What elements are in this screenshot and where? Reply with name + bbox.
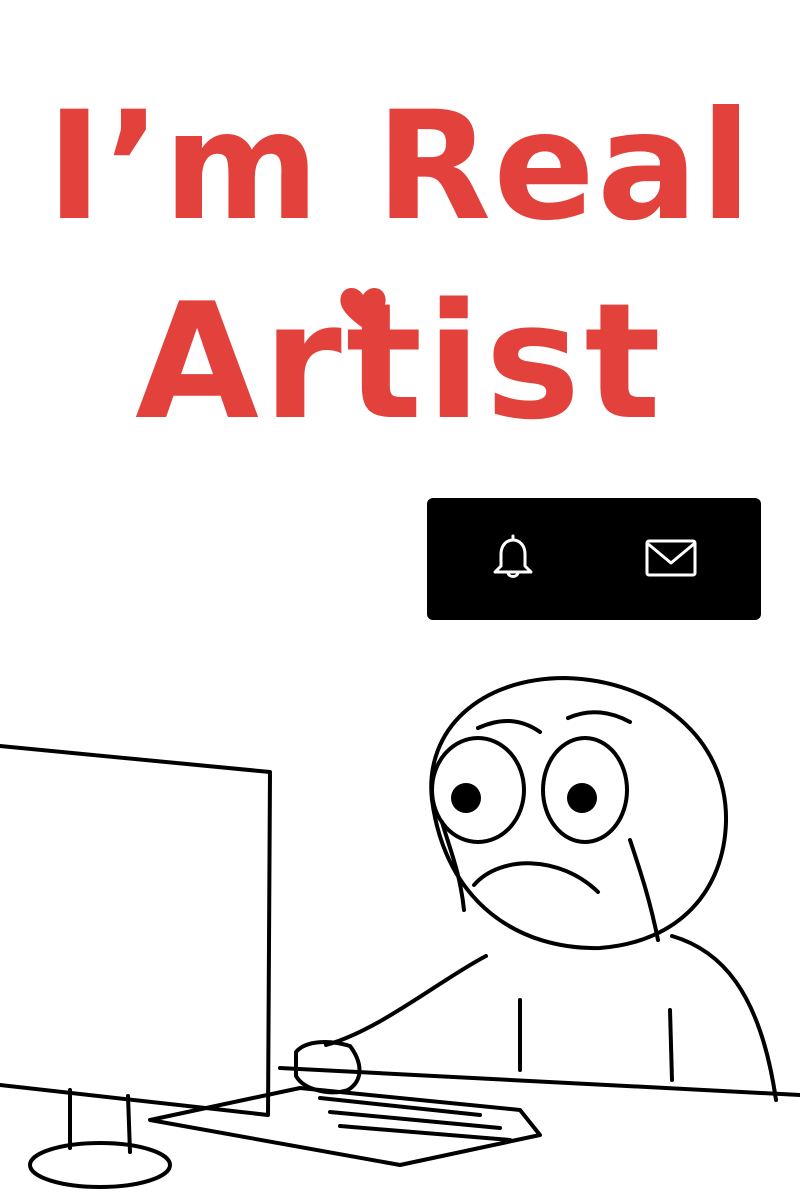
heart-icon [340, 287, 386, 328]
monitor-screen [0, 744, 272, 1117]
monitor-base [28, 1141, 172, 1189]
bell-icon [493, 534, 533, 578]
left-eyebrow [476, 718, 542, 734]
notification-button[interactable] [481, 526, 545, 590]
heart-shape [340, 287, 386, 328]
shoulder-left [324, 954, 488, 1047]
title-line-2: Artist [135, 268, 665, 455]
messages-button[interactable] [639, 526, 703, 590]
mail-icon [645, 539, 697, 577]
head-outline [429, 676, 729, 951]
crying-artist-illustration [0, 676, 800, 1189]
right-tear [628, 838, 660, 942]
shoulder-right [670, 934, 778, 1102]
torso-line-2 [668, 1008, 674, 1082]
notification-bar [427, 498, 761, 620]
title-line-1: I’m Real [46, 80, 754, 254]
mouth [472, 861, 600, 894]
right-eyebrow [566, 710, 632, 724]
hand [294, 1040, 362, 1095]
